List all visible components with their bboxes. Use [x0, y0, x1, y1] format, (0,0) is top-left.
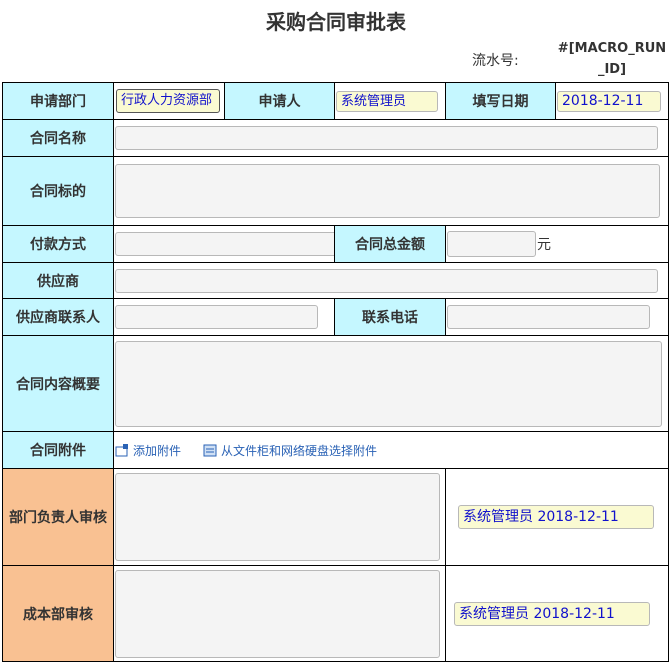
dept-review-signature: 系统管理员 2018-12-11 [458, 505, 654, 529]
contract-summary-label: 合同内容概要 [2, 335, 114, 432]
applicant-label: 申请人 [224, 82, 335, 120]
attachment-actions: 添加附件 从文件柜和网络硬盘选择附件 [114, 442, 668, 459]
contract-amount-label: 合同总金额 [334, 225, 446, 263]
payment-method-label: 付款方式 [2, 225, 114, 263]
add-attachment-link[interactable]: 添加附件 [115, 442, 181, 459]
date-field[interactable]: 2018-12-11 [557, 90, 661, 112]
cost-review-textarea[interactable] [115, 569, 440, 658]
add-attachment-text: 添加附件 [133, 443, 182, 458]
phone-input[interactable] [447, 305, 650, 329]
add-file-icon [115, 443, 129, 457]
dept-label: 申请部门 [2, 82, 114, 120]
cost-review-signature: 系统管理员 2018-12-11 [454, 601, 650, 626]
page-title: 采购合同审批表 [266, 10, 406, 34]
phone-label: 联系电话 [334, 298, 446, 336]
cost-review-label: 成本部审核 [2, 565, 114, 662]
supplier-input[interactable] [115, 268, 658, 293]
contract-subject-label: 合同标的 [2, 156, 114, 226]
dept-field[interactable]: 行政人力资源部 [116, 89, 220, 113]
select-attachment-link[interactable]: 从文件柜和网络硬盘选择附件 [203, 442, 377, 459]
amount-unit: 元 [537, 237, 551, 253]
supplier-contact-input[interactable] [115, 305, 318, 329]
supplier-label: 供应商 [2, 262, 114, 299]
contract-name-label: 合同名称 [2, 119, 114, 157]
dept-review-textarea[interactable] [115, 473, 440, 561]
serial-number-label: 流水号: [472, 53, 519, 69]
contract-amount-input[interactable] [447, 231, 536, 257]
approval-form-table: 申请部门 行政人力资源部 申请人 系统管理员 填写日期 2018-12-11 合… [2, 82, 669, 662]
serial-number-value: #[MACRO_RUN_ID] [557, 41, 667, 77]
contract-summary-textarea[interactable] [115, 340, 662, 427]
supplier-contact-label: 供应商联系人 [2, 298, 114, 336]
dept-review-label: 部门负责人审核 [2, 468, 114, 566]
select-attachment-text: 从文件柜和网络硬盘选择附件 [221, 443, 378, 458]
applicant-field[interactable]: 系统管理员 [336, 90, 438, 112]
date-label: 填写日期 [445, 82, 556, 120]
attachment-label: 合同附件 [2, 431, 114, 469]
contract-name-input[interactable] [115, 126, 658, 150]
file-cabinet-icon [203, 444, 217, 457]
contract-subject-textarea[interactable] [115, 164, 660, 218]
